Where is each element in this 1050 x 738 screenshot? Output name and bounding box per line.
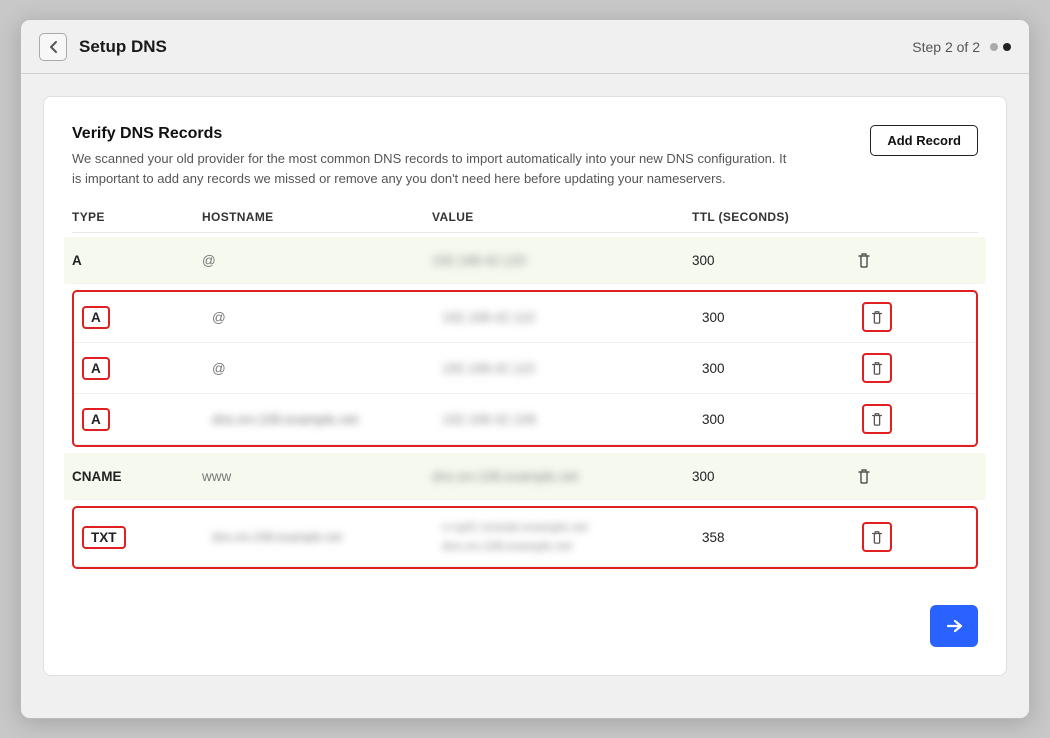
next-button[interactable] — [930, 605, 978, 647]
cell-value: dns.srv.108.example.net — [432, 469, 692, 484]
step-dot-1 — [990, 43, 998, 51]
cell-type: A — [82, 408, 212, 431]
table-row: CNAME www dns.srv.108.example.net 300 — [72, 453, 978, 500]
table-row: A dns.srv.108.example.net 192.168.42.108… — [74, 394, 976, 445]
delete-button-outlined[interactable] — [862, 353, 892, 383]
dns-records-table: TYPE HOSTNAME VALUE TTL (SECONDS) A @ 19… — [72, 210, 978, 587]
dns-row-highlighted-2: CNAME www dns.srv.108.example.net 300 — [64, 453, 986, 500]
cell-type: A — [72, 253, 202, 268]
step-dot-2 — [1003, 43, 1011, 51]
col-value: VALUE — [432, 210, 692, 224]
table-row: A @ 192.168.42.120 300 — [72, 237, 978, 284]
cell-type: A — [82, 306, 212, 329]
page-title: Setup DNS — [79, 37, 167, 57]
delete-button-outlined[interactable] — [862, 404, 892, 434]
table-row: A @ 192.168.42.115 300 — [74, 343, 976, 394]
footer-row — [72, 605, 978, 647]
cell-ttl: 358 — [702, 530, 862, 545]
delete-button-outlined[interactable] — [862, 522, 892, 552]
cell-action — [852, 463, 902, 489]
titlebar-right: Step 2 of 2 — [912, 39, 1011, 55]
cell-hostname: @ — [212, 310, 442, 325]
cell-ttl: 300 — [702, 310, 862, 325]
cell-action — [862, 522, 912, 552]
titlebar-left: Setup DNS — [39, 33, 167, 61]
cell-hostname: dns.srv.108.example.net — [212, 412, 442, 427]
card: Verify DNS Records We scanned your old p… — [43, 96, 1007, 676]
card-header: Verify DNS Records We scanned your old p… — [72, 125, 978, 188]
step-indicator: Step 2 of 2 — [912, 39, 980, 55]
section-title: Verify DNS Records — [72, 125, 846, 143]
step-dots — [990, 43, 1011, 51]
col-actions — [852, 210, 902, 224]
main-window: Setup DNS Step 2 of 2 Verify DNS Records… — [20, 19, 1030, 719]
cell-action — [862, 404, 912, 434]
table-header: TYPE HOSTNAME VALUE TTL (SECONDS) — [72, 210, 978, 233]
table-row: A @ 192.168.42.110 300 — [74, 292, 976, 343]
cell-ttl: 300 — [692, 253, 852, 268]
cell-hostname: www — [202, 469, 432, 484]
cell-ttl: 300 — [702, 412, 862, 427]
cell-action — [862, 302, 912, 332]
cell-value: v=spf1 include:example.net dns.srv.108.e… — [442, 518, 702, 556]
col-type: TYPE — [72, 210, 202, 224]
cell-hostname: @ — [202, 253, 432, 268]
add-record-button[interactable]: Add Record — [870, 125, 978, 156]
delete-button-outlined[interactable] — [862, 302, 892, 332]
col-hostname: HOSTNAME — [202, 210, 432, 224]
cell-hostname: @ — [212, 361, 442, 376]
cell-value: 192.168.42.108 — [442, 412, 702, 427]
section-description: We scanned your old provider for the mos… — [72, 149, 792, 188]
cell-action — [862, 353, 912, 383]
cell-ttl: 300 — [702, 361, 862, 376]
cell-value: 192.168.42.110 — [442, 310, 702, 325]
cell-hostname: dns.srv.108.example.net — [212, 530, 442, 544]
card-header-text: Verify DNS Records We scanned your old p… — [72, 125, 870, 188]
delete-button[interactable] — [852, 463, 876, 489]
table-row: TXT dns.srv.108.example.net v=spf1 inclu… — [74, 508, 976, 567]
cell-value: 192.168.42.115 — [442, 361, 702, 376]
cell-action — [852, 247, 902, 273]
cell-type: TXT — [82, 526, 212, 549]
outlined-row-group: A @ 192.168.42.110 300 — [72, 290, 978, 447]
cell-type: A — [82, 357, 212, 380]
dns-row-highlighted-1: A @ 192.168.42.120 300 — [64, 237, 986, 284]
col-ttl: TTL (SECONDS) — [692, 210, 852, 224]
delete-button[interactable] — [852, 247, 876, 273]
cell-ttl: 300 — [692, 469, 852, 484]
titlebar: Setup DNS Step 2 of 2 — [21, 20, 1029, 74]
outlined-row-txt: TXT dns.srv.108.example.net v=spf1 inclu… — [72, 506, 978, 569]
cell-type: CNAME — [72, 469, 202, 484]
back-button[interactable] — [39, 33, 67, 61]
content-area: Verify DNS Records We scanned your old p… — [21, 74, 1029, 718]
cell-value: 192.168.42.120 — [432, 253, 692, 268]
